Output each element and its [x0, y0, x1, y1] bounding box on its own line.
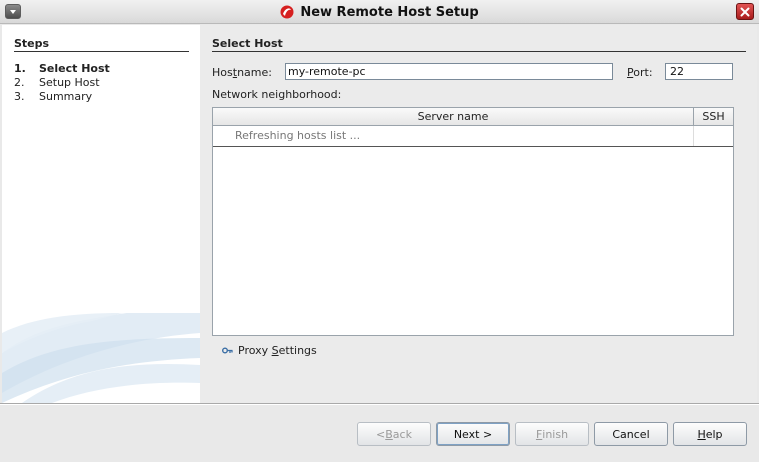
section-divider	[212, 51, 746, 52]
close-button[interactable]	[736, 3, 754, 20]
step-label: Summary	[39, 90, 93, 103]
column-header-ssh[interactable]: SSH	[694, 108, 733, 125]
table-cell-server: Refreshing hosts list ...	[213, 126, 694, 146]
app-swirl-icon	[280, 5, 294, 19]
port-label: Port:	[627, 66, 653, 79]
column-header-server-name[interactable]: Server name	[213, 108, 694, 125]
proxy-settings-toggle[interactable]: Proxy Settings	[222, 344, 317, 357]
hostname-input[interactable]	[285, 63, 613, 80]
bottom-divider	[0, 403, 759, 405]
steps-list: 1. Select Host 2. Setup Host 3. Summary	[14, 62, 110, 104]
step-number: 3.	[14, 90, 25, 103]
section-title: Select Host	[212, 37, 283, 50]
steps-title: Steps	[14, 37, 50, 50]
title-wrap: New Remote Host Setup	[0, 4, 759, 20]
decorative-swirl-graphic	[2, 313, 200, 403]
step-number: 2.	[14, 76, 25, 89]
window-title: New Remote Host Setup	[300, 4, 479, 20]
step-item: 3. Summary	[14, 90, 110, 104]
help-button[interactable]: Help	[673, 422, 747, 446]
steps-divider	[14, 51, 189, 52]
step-number: 1.	[14, 62, 26, 75]
table-header: Server name SSH	[213, 108, 733, 126]
hosts-table[interactable]: Server name SSH Refreshing hosts list ..…	[212, 107, 734, 336]
title-bar: New Remote Host Setup	[0, 0, 759, 24]
step-item: 1. Select Host	[14, 62, 110, 76]
table-row[interactable]: Refreshing hosts list ...	[213, 126, 733, 147]
step-label: Select Host	[39, 62, 110, 75]
close-icon	[740, 7, 750, 16]
proxy-settings-label: Proxy Settings	[238, 344, 317, 357]
hostname-label: Hostname:	[212, 66, 272, 79]
step-label: Setup Host	[39, 76, 100, 89]
finish-button[interactable]: Finish	[515, 422, 589, 446]
cancel-button[interactable]: Cancel	[594, 422, 668, 446]
main-panel: Select Host Hostname: Port: Network neig…	[200, 25, 757, 403]
port-input[interactable]	[665, 63, 733, 80]
steps-panel: Steps 1. Select Host 2. Setup Host 3. Summary	[2, 25, 200, 403]
key-icon	[222, 347, 233, 354]
back-button[interactable]: < Back	[357, 422, 431, 446]
network-neighborhood-label: Network neighborhood:	[212, 88, 342, 101]
next-button[interactable]: Next >	[436, 422, 510, 446]
step-item: 2. Setup Host	[14, 76, 110, 90]
